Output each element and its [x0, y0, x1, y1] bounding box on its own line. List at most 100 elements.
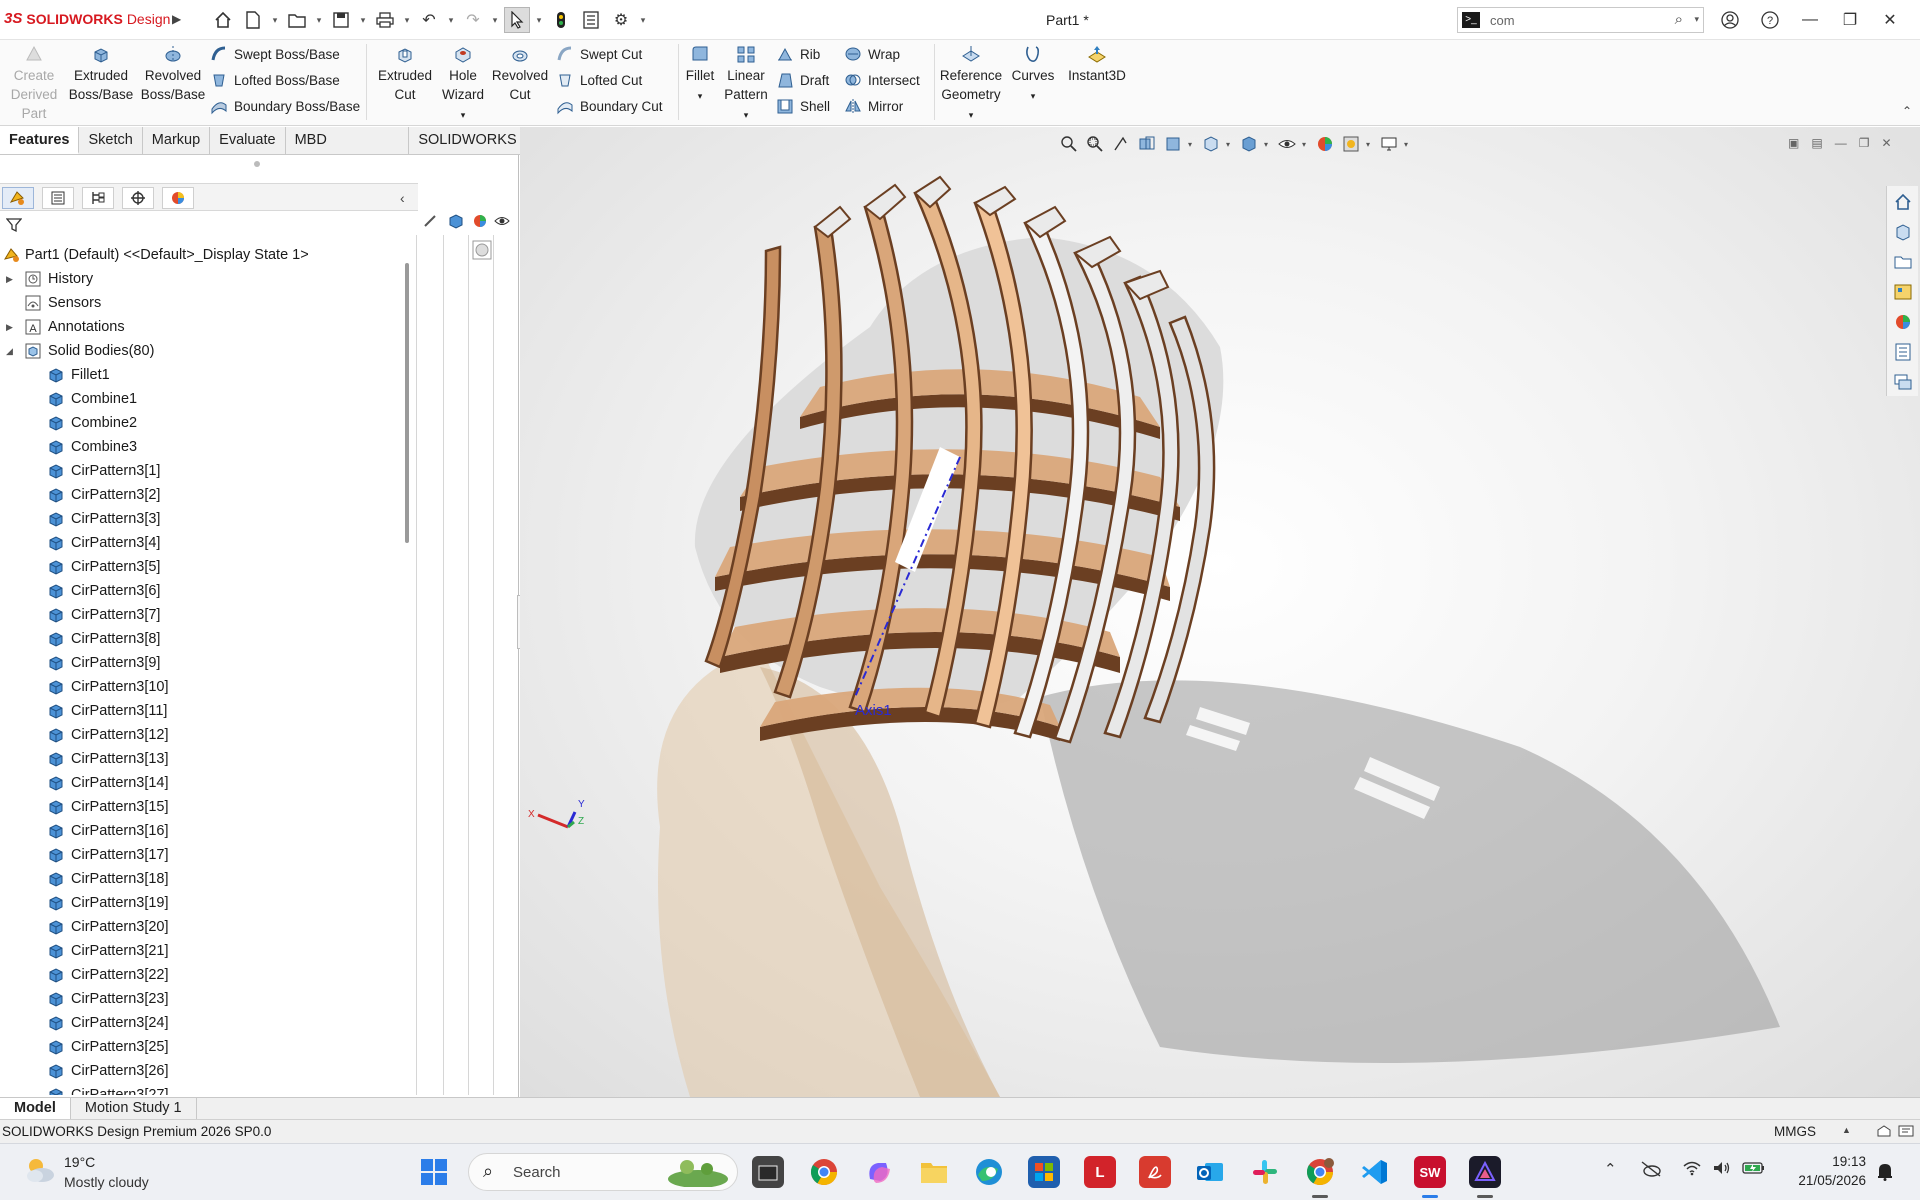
tree-item-body[interactable]: CirPattern3[5] [0, 555, 408, 579]
tree-item-body[interactable]: CirPattern3[10] [0, 675, 408, 699]
instant3d-button[interactable]: Instant3D [1064, 44, 1130, 85]
tree-item-body[interactable]: CirPattern3[22] [0, 963, 408, 987]
collapse-ribbon-icon[interactable]: ⌃ [1902, 104, 1912, 118]
display-style-icon[interactable] [1238, 134, 1260, 154]
tab-evaluate[interactable]: Evaluate [210, 127, 286, 154]
tree-item-body[interactable]: CirPattern3[14] [0, 771, 408, 795]
tree-item-body[interactable]: CirPattern3[26] [0, 1059, 408, 1083]
tree-item-annotations[interactable]: ▶ A Annotations [0, 315, 408, 339]
l-app-icon[interactable]: L [1084, 1156, 1116, 1188]
close-window-icon[interactable]: ✕ [1870, 8, 1910, 32]
apply-scene-icon[interactable] [1340, 134, 1362, 154]
displaymanager-tab-icon[interactable] [162, 187, 194, 209]
wrap-button[interactable]: Wrap [844, 45, 900, 63]
show-hidden-icons-icon[interactable]: ⌃ [1604, 1160, 1617, 1178]
affinity-app-icon[interactable] [1469, 1156, 1501, 1188]
panel-grip[interactable] [254, 161, 260, 167]
file-explorer-icon[interactable] [1893, 252, 1913, 272]
fillet-button[interactable]: Fillet ▾ [682, 44, 718, 106]
tree-item-body[interactable]: CirPattern3[27] [0, 1083, 408, 1095]
redo-dropdown-icon[interactable]: ▾ [490, 15, 500, 26]
tree-item-body[interactable]: CirPattern3[2] [0, 483, 408, 507]
print-dropdown-icon[interactable]: ▾ [402, 15, 412, 26]
zoom-to-area-icon[interactable] [1084, 134, 1106, 154]
tab-mbd-dimensions[interactable]: MBD Dimensions [286, 127, 410, 175]
tree-item-body[interactable]: CirPattern3[8] [0, 627, 408, 651]
tree-item-sensors[interactable]: Sensors [0, 291, 408, 315]
open-dropdown-icon[interactable]: ▾ [314, 15, 324, 26]
save-dropdown-icon[interactable]: ▾ [358, 15, 368, 26]
pdf-reader-icon[interactable] [1139, 1156, 1171, 1188]
tree-item-body[interactable]: CirPattern3[19] [0, 891, 408, 915]
options-gear-icon[interactable]: ⚙ [608, 7, 634, 33]
curves-dropdown-icon[interactable]: ▾ [1031, 91, 1036, 101]
featuremanager-tree-tab-icon[interactable] [2, 187, 34, 209]
tree-item-body[interactable]: CirPattern3[1] [0, 459, 408, 483]
copilot-icon[interactable] [863, 1156, 895, 1188]
edit-appearance-icon[interactable] [1314, 134, 1336, 154]
user-account-icon[interactable] [1710, 8, 1750, 32]
curves-button[interactable]: Curves ▾ [1008, 44, 1058, 106]
open-folder-icon[interactable] [284, 7, 310, 33]
create-derived-part-button[interactable]: Create Derived Part [8, 44, 60, 123]
taskbar-search-box[interactable]: ⌕ Search [468, 1153, 738, 1191]
collapse-panel-icon[interactable]: ‹ [400, 190, 405, 206]
tree-item-body[interactable]: CirPattern3[11] [0, 699, 408, 723]
view-orientation-icon[interactable] [1200, 134, 1222, 154]
solidworks-resources-home-icon[interactable] [1893, 192, 1913, 212]
tree-root-part[interactable]: Part1 (Default) <<Default>_Display State… [0, 243, 408, 267]
slack-icon[interactable] [1249, 1156, 1281, 1188]
home-icon[interactable] [210, 7, 236, 33]
doc-restore-icon[interactable]: ❐ [1859, 136, 1870, 150]
undo-icon[interactable]: ↶ [416, 7, 442, 33]
mirror-button[interactable]: Mirror [844, 97, 903, 115]
new-dropdown-icon[interactable]: ▾ [270, 15, 280, 26]
tree-item-body[interactable]: CirPattern3[21] [0, 939, 408, 963]
hole-wizard-dropdown-icon[interactable]: ▾ [461, 110, 466, 120]
filter-icon[interactable] [5, 217, 23, 236]
dimxpert-tab-icon[interactable] [122, 187, 154, 209]
tree-item-body[interactable]: Fillet1 [0, 363, 408, 387]
tree-item-body[interactable]: CirPattern3[16] [0, 819, 408, 843]
outlook-icon[interactable] [1194, 1156, 1226, 1188]
design-library-icon[interactable] [1893, 222, 1913, 242]
tree-item-history[interactable]: ▶ History [0, 267, 408, 291]
revolved-boss-button[interactable]: Revolved Boss/Base [140, 44, 206, 104]
command-search-box[interactable]: >_ com ⌕ ▾ [1457, 7, 1704, 33]
split-view-icon[interactable]: ▤ [1811, 136, 1822, 150]
windows-start-icon[interactable] [420, 1158, 448, 1189]
rebuild-icon[interactable] [548, 7, 574, 33]
file-properties-icon[interactable] [578, 7, 604, 33]
tab-markup[interactable]: Markup [143, 127, 211, 154]
swept-cut-button[interactable]: Swept Cut [556, 45, 642, 63]
collapse-arrow-icon[interactable]: ◢ [6, 339, 13, 363]
vscode-icon[interactable] [1359, 1156, 1391, 1188]
search-input[interactable]: com [1490, 13, 1515, 28]
edge-browser-icon[interactable] [973, 1156, 1005, 1188]
extruded-cut-button[interactable]: Extruded Cut [372, 44, 438, 104]
tree-item-body[interactable]: CirPattern3[3] [0, 507, 408, 531]
new-document-icon[interactable] [240, 7, 266, 33]
notifications-bell-icon[interactable] [1876, 1161, 1894, 1184]
swept-boss-button[interactable]: Swept Boss/Base [210, 45, 340, 63]
expand-arrow-icon[interactable]: ▶ [6, 315, 13, 339]
units-dropdown-icon[interactable]: ▲ [1842, 1125, 1851, 1135]
boundary-cut-button[interactable]: Boundary Cut [556, 97, 663, 115]
hide-show-column-icon[interactable] [422, 213, 438, 235]
save-icon[interactable] [328, 7, 354, 33]
reference-geometry-button[interactable]: Reference Geometry ▾ [938, 44, 1004, 125]
reference-geometry-dropdown-icon[interactable]: ▾ [969, 110, 974, 120]
orientation-dropdown-icon[interactable]: ▾ [1226, 140, 1234, 149]
select-dropdown-icon[interactable]: ▾ [534, 15, 544, 26]
onedrive-offline-icon[interactable] [1640, 1160, 1662, 1182]
tree-item-body[interactable]: CirPattern3[18] [0, 867, 408, 891]
display-style-dropdown-icon[interactable]: ▾ [1264, 140, 1272, 149]
hide-show-dropdown-icon[interactable]: ▾ [1302, 140, 1310, 149]
solidworks-taskbar-icon[interactable]: SW [1414, 1156, 1446, 1188]
chrome-icon[interactable] [808, 1156, 840, 1188]
appearances-scenes-icon[interactable] [1893, 312, 1913, 332]
select-pointer-icon[interactable] [504, 7, 530, 33]
propertymanager-tab-icon[interactable] [42, 187, 74, 209]
tab-sketch[interactable]: Sketch [79, 127, 143, 154]
model-scene[interactable]: Axis1 X YZ [520, 127, 1920, 1097]
